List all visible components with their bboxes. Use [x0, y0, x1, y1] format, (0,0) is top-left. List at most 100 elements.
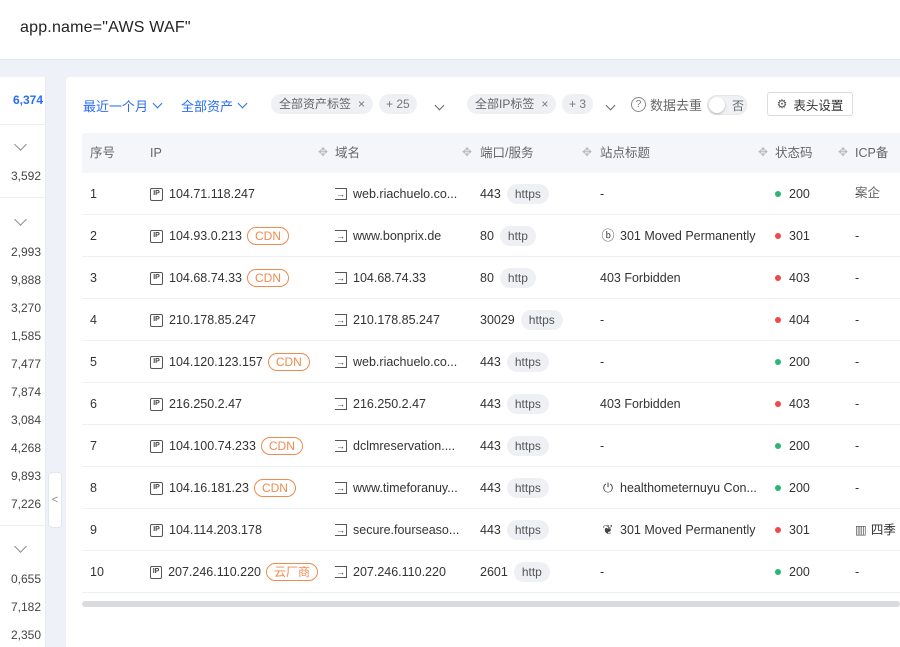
- port-value[interactable]: 30029: [480, 313, 515, 327]
- ip-tag-chip[interactable]: 全部IP标签 ×: [467, 94, 557, 114]
- sidebar-count[interactable]: 3,592: [11, 169, 41, 183]
- dedupe-help[interactable]: ? 数据去重: [631, 95, 702, 114]
- ip-link[interactable]: 210.178.85.247: [169, 299, 256, 341]
- domain-link[interactable]: dclmreservation....: [353, 425, 455, 467]
- port-value[interactable]: 443: [480, 355, 501, 369]
- site-title[interactable]: 403 Forbidden: [600, 397, 681, 411]
- icp-value[interactable]: -: [855, 313, 859, 327]
- service-tag[interactable]: https: [506, 352, 549, 372]
- table-row[interactable]: 1 IP 104.71.118.247 → web.riachuelo.co... 443…: [82, 173, 900, 215]
- sidebar-collapse-handle[interactable]: <: [48, 472, 62, 528]
- site-title[interactable]: -: [600, 355, 604, 369]
- port-value[interactable]: 443: [480, 523, 501, 537]
- sidebar-count[interactable]: 0,655: [11, 572, 41, 586]
- open-link-icon[interactable]: →: [335, 230, 347, 242]
- chevron-down-icon[interactable]: [14, 540, 27, 553]
- table-row[interactable]: 10 IP 207.246.110.220 云厂商 → 207.246.110.220 26…: [82, 551, 900, 593]
- domain-link[interactable]: 216.250.2.47: [353, 383, 426, 425]
- open-link-icon[interactable]: →: [335, 314, 347, 326]
- sidebar-count[interactable]: 2,993: [11, 245, 41, 259]
- service-tag[interactable]: https: [506, 478, 549, 498]
- open-link-icon[interactable]: →: [335, 356, 347, 368]
- column-resize-handle[interactable]: ✥: [318, 145, 328, 159]
- query-text[interactable]: app.name="AWS WAF": [20, 19, 191, 37]
- col-header-domain[interactable]: 域名: [335, 133, 360, 173]
- domain-link[interactable]: 210.178.85.247: [353, 299, 440, 341]
- port-value[interactable]: 80: [480, 229, 494, 243]
- table-row[interactable]: 8 IP 104.16.181.23 CDN → www.timeforanuy... 44…: [82, 467, 900, 509]
- open-link-icon[interactable]: →: [335, 188, 347, 200]
- service-tag[interactable]: https: [506, 394, 549, 414]
- sidebar-count[interactable]: 4,268: [11, 441, 41, 455]
- service-tag[interactable]: http: [499, 226, 536, 246]
- service-tag[interactable]: http: [499, 268, 536, 288]
- port-value[interactable]: 2601: [480, 565, 508, 579]
- ip-link[interactable]: 104.100.74.233: [169, 425, 256, 467]
- asset-scope-dropdown[interactable]: 全部资产: [181, 96, 248, 115]
- site-title[interactable]: 403 Forbidden: [600, 271, 681, 285]
- table-row[interactable]: 2 IP 104.93.0.213 CDN → www.bonprix.de 80 http ⓑ…: [82, 215, 900, 257]
- open-link-icon[interactable]: →: [335, 272, 347, 284]
- site-title[interactable]: 301 Moved Permanently: [620, 229, 756, 243]
- sidebar-count[interactable]: 7,874: [11, 385, 41, 399]
- table-row[interactable]: 7 IP 104.100.74.233 CDN → dclmreservation....…: [82, 425, 900, 467]
- dedupe-toggle[interactable]: 否: [707, 95, 747, 115]
- domain-link[interactable]: web.riachuelo.co...: [353, 173, 457, 215]
- column-resize-handle[interactable]: ✥: [582, 145, 592, 159]
- open-link-icon[interactable]: →: [335, 482, 347, 494]
- site-title[interactable]: 301 Moved Permanently: [620, 523, 756, 537]
- close-icon[interactable]: ×: [358, 94, 365, 114]
- asset-tag-chip[interactable]: 全部资产标签 ×: [271, 94, 374, 114]
- col-header-icp[interactable]: ICP备案企: [855, 133, 900, 200]
- ip-link[interactable]: 207.246.110.220: [168, 551, 261, 593]
- domain-link[interactable]: secure.fourseaso...: [353, 509, 459, 551]
- sidebar-count[interactable]: 9,893: [11, 469, 41, 483]
- table-row[interactable]: 4 IP 210.178.85.247 → 210.178.85.247 30029 htt…: [82, 299, 900, 341]
- ip-link[interactable]: 104.16.181.23: [169, 467, 249, 509]
- domain-link[interactable]: 207.246.110.220: [353, 551, 446, 593]
- icp-value[interactable]: -: [855, 271, 859, 285]
- open-link-icon[interactable]: →: [335, 566, 347, 578]
- service-tag[interactable]: https: [506, 184, 549, 204]
- port-value[interactable]: 443: [480, 439, 501, 453]
- ip-link[interactable]: 104.71.118.247: [169, 173, 255, 215]
- sidebar-total[interactable]: 6,374: [13, 93, 43, 107]
- table-row[interactable]: 9 IP 104.114.203.178 → secure.fourseaso... 44…: [82, 509, 900, 551]
- icp-value[interactable]: -: [855, 565, 859, 579]
- site-title[interactable]: -: [600, 439, 604, 453]
- table-row[interactable]: 6 IP 216.250.2.47 → 216.250.2.47 443 https 403 …: [82, 383, 900, 425]
- close-icon[interactable]: ×: [541, 94, 548, 114]
- ip-link[interactable]: 104.120.123.157: [169, 341, 263, 383]
- ip-tag-more[interactable]: + 3: [562, 94, 594, 114]
- sidebar-count[interactable]: 7,182: [11, 600, 41, 614]
- sidebar-count[interactable]: 3,084: [11, 413, 41, 427]
- domain-link[interactable]: www.bonprix.de: [353, 215, 441, 257]
- ip-link[interactable]: 104.114.203.178: [169, 509, 262, 551]
- icp-value[interactable]: -: [855, 355, 859, 369]
- col-header-ip[interactable]: IP: [150, 133, 162, 173]
- sidebar-count[interactable]: 3,270: [11, 301, 41, 315]
- ip-link[interactable]: 104.93.0.213: [169, 215, 242, 257]
- open-link-icon[interactable]: →: [335, 524, 347, 536]
- domain-link[interactable]: web.riachuelo.co...: [353, 341, 457, 383]
- col-header-title[interactable]: 站点标题: [600, 133, 650, 173]
- domain-link[interactable]: 104.68.74.33: [353, 257, 426, 299]
- time-range-dropdown[interactable]: 最近一个月: [83, 96, 163, 115]
- chevron-down-icon[interactable]: [14, 213, 27, 226]
- service-tag[interactable]: http: [513, 562, 550, 582]
- column-resize-handle[interactable]: ✥: [462, 145, 472, 159]
- chevron-down-icon[interactable]: [14, 138, 27, 151]
- site-title[interactable]: healthometernuyu Con...: [620, 481, 757, 495]
- port-value[interactable]: 443: [480, 481, 501, 495]
- column-resize-handle[interactable]: ✥: [758, 145, 768, 159]
- sidebar-count[interactable]: 9,888: [11, 273, 41, 287]
- icp-value[interactable]: -: [855, 481, 859, 495]
- col-header-status[interactable]: 状态码: [775, 133, 813, 173]
- site-title[interactable]: -: [600, 313, 604, 327]
- icp-value[interactable]: 四季: [871, 523, 896, 537]
- asset-tag-dropdown[interactable]: [430, 98, 445, 112]
- port-value[interactable]: 443: [480, 187, 501, 201]
- asset-tag-more[interactable]: + 25: [379, 94, 417, 114]
- ip-link[interactable]: 216.250.2.47: [169, 383, 242, 425]
- port-value[interactable]: 80: [480, 271, 494, 285]
